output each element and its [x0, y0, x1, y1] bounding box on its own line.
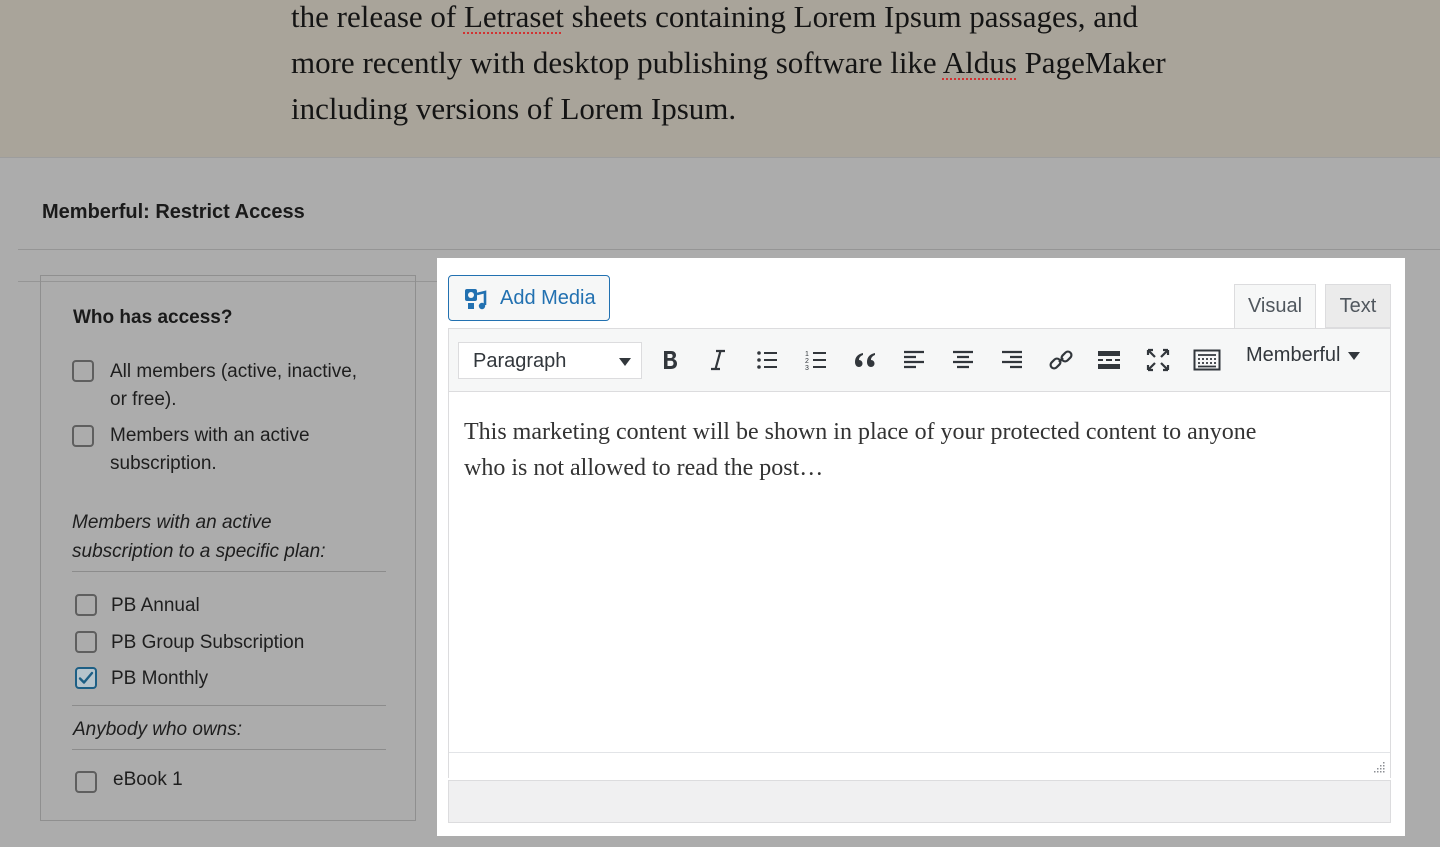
divider — [72, 571, 386, 572]
divider — [18, 249, 1440, 250]
format-select-value: Paragraph — [473, 350, 567, 372]
active-members-label[interactable]: Members with an active subscription. — [110, 422, 310, 478]
label-line: Members with an active — [72, 512, 272, 533]
text-run: PageMaker — [1016, 45, 1166, 80]
label-line: All members (active, inactive, — [110, 361, 358, 382]
bold-icon — [664, 351, 677, 369]
blockquote-button[interactable] — [848, 343, 882, 377]
align-center-button[interactable] — [946, 343, 980, 377]
toolbar-toggle-icon — [1193, 349, 1221, 371]
divider — [72, 705, 386, 706]
toolbar-toggle-button[interactable] — [1190, 343, 1224, 377]
all-members-label[interactable]: All members (active, inactive, or free). — [110, 358, 357, 414]
insert-link-button[interactable] — [1044, 343, 1078, 377]
align-left-button[interactable] — [897, 343, 931, 377]
svg-text:3: 3 — [805, 365, 809, 372]
label-line: subscription to a specific plan: — [72, 541, 326, 562]
marketing-content-editor: Add Media Visual Text Paragraph 1 2 3 Me… — [437, 258, 1405, 836]
text-run: the release of — [291, 0, 464, 34]
read-more-icon — [1098, 351, 1120, 369]
editor-toolbar: Paragraph 1 2 3 Memberful — [449, 329, 1390, 392]
all-members-checkbox[interactable] — [72, 360, 94, 382]
post-body-text: the release of Letraset sheets containin… — [291, 0, 1251, 132]
text-run: sheets containing Lorem Ipsum passages, … — [563, 0, 1139, 34]
italic-icon — [711, 349, 725, 371]
memberful-dropdown[interactable]: Memberful — [1246, 344, 1361, 367]
add-media-button[interactable]: Add Media — [448, 275, 610, 321]
paragraph-format-select[interactable]: Paragraph — [458, 342, 642, 379]
svg-text:1: 1 — [805, 351, 809, 358]
plan-checkbox-pb-group-subscription[interactable] — [75, 631, 97, 653]
read-more-button[interactable] — [1092, 343, 1126, 377]
label-line: Members with an active — [110, 425, 310, 446]
editor-content-area[interactable]: This marketing content will be shown in … — [449, 392, 1390, 752]
link-icon — [1049, 350, 1073, 370]
align-right-button[interactable] — [995, 343, 1029, 377]
misspelled-word: Aldus — [942, 45, 1017, 80]
media-icon — [465, 289, 487, 310]
content-line: This marketing content will be shown in … — [464, 419, 1257, 445]
plan-checkbox-pb-monthly[interactable] — [75, 667, 97, 689]
fullscreen-icon — [1146, 348, 1170, 372]
chevron-down-icon — [619, 358, 631, 366]
content-line: who is not allowed to read the post… — [464, 455, 824, 481]
editor-box: Paragraph 1 2 3 Memberful This marketing… — [448, 328, 1391, 778]
add-media-label: Add Media — [500, 287, 596, 309]
plan-label-pb-annual[interactable]: PB Annual — [111, 592, 200, 620]
align-left-icon — [904, 350, 924, 369]
editor-resize-bar — [449, 752, 1390, 778]
numbered-list-button[interactable]: 1 2 3 — [799, 343, 833, 377]
misspelled-word: Letraset — [463, 0, 564, 34]
label-line: subscription. — [110, 453, 217, 474]
numbered-list-icon: 1 2 3 — [805, 351, 826, 372]
plans-heading: Members with an active subscription to a… — [72, 508, 325, 566]
svg-text:2: 2 — [805, 358, 809, 365]
tab-visual[interactable]: Visual — [1234, 284, 1316, 328]
checkmark-icon — [78, 671, 94, 684]
tab-text[interactable]: Text — [1325, 284, 1391, 328]
editor-content-text[interactable]: This marketing content will be shown in … — [464, 414, 1364, 486]
memberful-dropdown-label: Memberful — [1246, 344, 1341, 366]
italic-button[interactable] — [701, 343, 735, 377]
plan-label-pb-group-subscription[interactable]: PB Group Subscription — [111, 629, 304, 657]
metabox-title: Memberful: Restrict Access — [42, 201, 305, 223]
product-checkbox-ebook-1[interactable] — [75, 771, 97, 793]
active-members-checkbox[interactable] — [72, 425, 94, 447]
bullet-list-icon — [757, 351, 777, 369]
resize-handle-icon[interactable] — [1372, 760, 1386, 774]
bold-button[interactable] — [653, 343, 687, 377]
access-heading: Who has access? — [73, 307, 233, 328]
chevron-down-icon — [1348, 351, 1361, 360]
blockquote-icon — [855, 353, 875, 367]
access-settings-panel: Who has access? All members (active, ina… — [40, 275, 416, 821]
owners-heading: Anybody who owns: — [73, 719, 242, 740]
post-content-preview: the release of Letraset sheets containin… — [0, 0, 1440, 158]
text-run: including versions of Lorem Ipsum. — [291, 91, 737, 126]
divider — [72, 749, 386, 750]
fullscreen-button[interactable] — [1141, 343, 1175, 377]
plan-label-pb-monthly[interactable]: PB Monthly — [111, 665, 208, 693]
text-run: more recently with desktop publishing so… — [291, 45, 943, 80]
editor-status-bar — [448, 780, 1391, 823]
label-line: or free). — [110, 389, 177, 410]
product-label-ebook-1[interactable]: eBook 1 — [113, 766, 183, 794]
plan-checkbox-pb-annual[interactable] — [75, 594, 97, 616]
align-center-icon — [953, 350, 973, 369]
bullet-list-button[interactable] — [750, 343, 784, 377]
align-right-icon — [1002, 350, 1022, 369]
